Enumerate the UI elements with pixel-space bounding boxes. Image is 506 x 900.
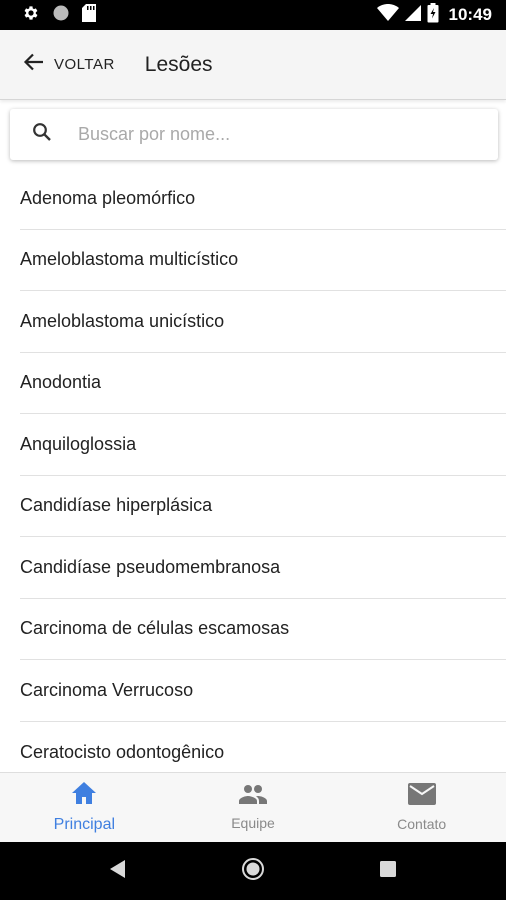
tab-label: Equipe bbox=[231, 815, 275, 831]
tab-label: Principal bbox=[53, 816, 116, 833]
list-item[interactable]: Carcinoma Verrucoso bbox=[20, 660, 506, 722]
status-bar: 10:49 bbox=[0, 0, 506, 30]
list-item[interactable]: Carcinoma de células escamosas bbox=[20, 599, 506, 660]
mail-icon bbox=[407, 783, 436, 810]
tab-equipe[interactable]: Equipe bbox=[169, 773, 338, 842]
system-nav-bar bbox=[0, 842, 506, 900]
tab-contato[interactable]: Contato bbox=[337, 773, 506, 842]
back-button[interactable]: VOLTAR bbox=[22, 50, 115, 79]
nav-back-button[interactable] bbox=[98, 851, 138, 891]
status-right: 10:49 bbox=[376, 2, 492, 28]
circle-home-icon bbox=[241, 857, 265, 886]
nav-home-button[interactable] bbox=[233, 851, 273, 891]
nav-recents-button[interactable] bbox=[368, 851, 408, 891]
app-bar: VOLTAR Lesões bbox=[0, 30, 506, 100]
list-item[interactable]: Ameloblastoma unicístico bbox=[20, 291, 506, 353]
signal-icon bbox=[404, 4, 421, 27]
sd-card-icon bbox=[82, 3, 96, 27]
list-item[interactable]: Candidíase hiperplásica bbox=[20, 476, 506, 537]
search-icon bbox=[32, 122, 52, 147]
status-left bbox=[22, 3, 96, 27]
tab-principal[interactable]: Principal bbox=[0, 773, 169, 842]
bottom-tab-bar: Principal Equipe Contato bbox=[0, 772, 506, 842]
people-icon bbox=[239, 784, 267, 809]
arrow-left-icon bbox=[22, 50, 46, 79]
battery-icon bbox=[427, 2, 439, 28]
back-label: VOLTAR bbox=[54, 56, 115, 73]
square-recents-icon bbox=[380, 860, 397, 882]
wifi-icon bbox=[376, 3, 399, 27]
circle-icon bbox=[52, 4, 70, 27]
home-icon bbox=[71, 781, 97, 810]
search-input[interactable] bbox=[78, 124, 458, 145]
list-item[interactable]: Candidíase pseudomembranosa bbox=[20, 537, 506, 599]
search-box bbox=[10, 109, 498, 160]
list-item[interactable]: Anodontia bbox=[20, 353, 506, 414]
list-item[interactable]: Adenoma pleomórfico bbox=[20, 168, 506, 230]
tab-label: Contato bbox=[397, 816, 447, 832]
status-time: 10:49 bbox=[448, 5, 492, 24]
gear-icon bbox=[22, 4, 40, 27]
triangle-back-icon bbox=[109, 859, 126, 883]
list-item[interactable]: Anquiloglossia bbox=[20, 414, 506, 476]
list-item[interactable]: Ceratocisto odontogênico bbox=[20, 722, 506, 773]
lesion-list: Adenoma pleomórfico Ameloblastoma multic… bbox=[0, 168, 506, 772]
list-item[interactable]: Ameloblastoma multicístico bbox=[20, 230, 506, 291]
page-title: Lesões bbox=[144, 52, 213, 76]
